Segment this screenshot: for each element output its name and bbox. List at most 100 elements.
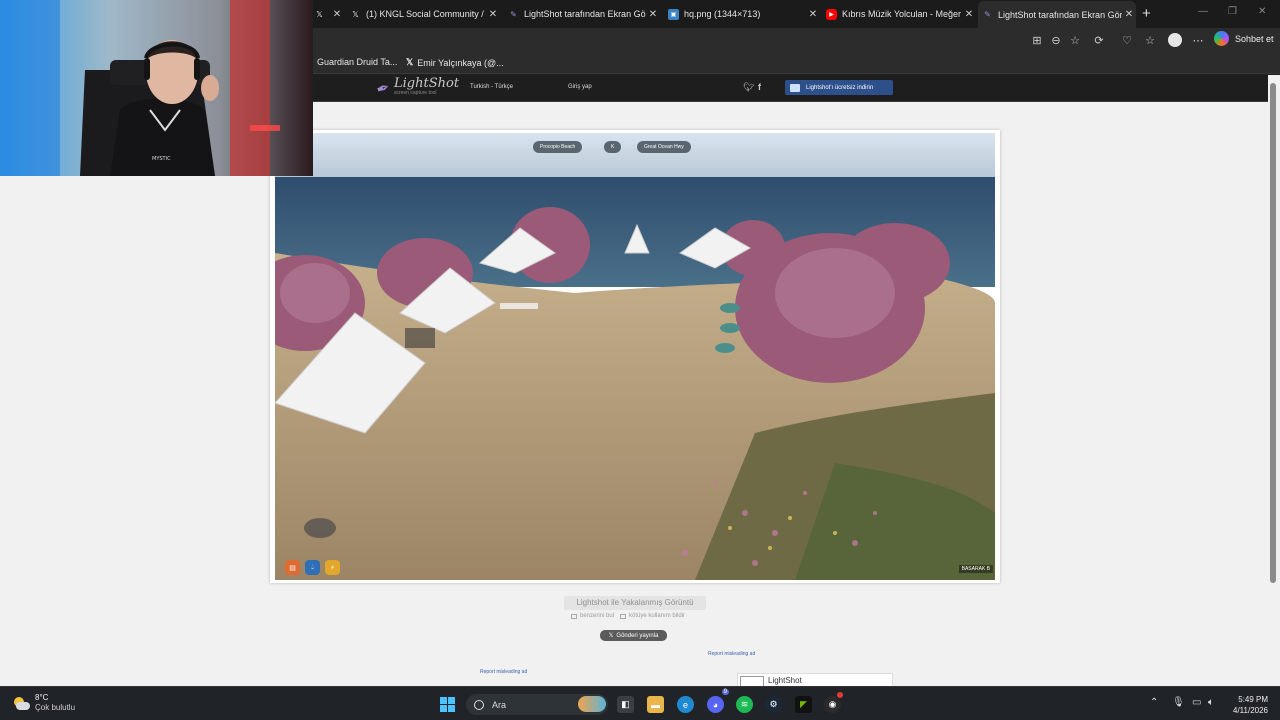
more-menu-icon[interactable]: ⋯ — [1191, 33, 1205, 47]
weather-description: Çok bulutlu — [35, 703, 76, 712]
spotify-icon[interactable]: ≋ — [736, 696, 753, 713]
steam-icon[interactable]: ⚙︎ — [765, 696, 782, 713]
svg-text:MYSTIC: MYSTIC — [152, 156, 171, 162]
report-ad-link[interactable]: Report misleading ad — [708, 651, 755, 657]
find-similar-icon — [571, 613, 577, 619]
report-ad-link[interactable]: Report misleading ad — [480, 669, 527, 675]
language-selector[interactable]: Turkish - Türkçe — [470, 84, 513, 90]
windows-taskbar: 8°C Çok bulutlu Ara ◧ ▬ e ◕ 9 ≋ ⚙︎ ◤ ◉ ⌃… — [0, 686, 1280, 720]
tab-youtube-music[interactable]: ▶ Kıbrıs Müzik Yolculan - Meğer Ser ✕ — [822, 3, 976, 25]
close-icon[interactable]: ✕ — [646, 9, 660, 20]
login-link[interactable]: Giriş yap — [568, 84, 592, 90]
close-icon[interactable]: ✕ — [330, 9, 342, 20]
temperature: 8°C — [35, 693, 49, 702]
bookmark-label: Guardian Druid Ta... — [317, 57, 398, 67]
facebook-icon[interactable]: f — [758, 82, 761, 92]
game-overlay-badge: BASARAK B — [958, 565, 993, 573]
image-actions: benzerini bul kötüye kullanım bildir — [571, 613, 685, 619]
tab-lightshot-1[interactable]: ✎ LightShot tarafından Ekran Görünt ✕ — [504, 3, 660, 25]
bookmark-emir-yalcinkaya[interactable]: 𝕏 Emir Yalçınkaya (@... — [406, 57, 504, 68]
water-drop-icon: 💧︎ — [305, 560, 320, 575]
tab-title: Kıbrıs Müzik Yolculan - Meğer Ser — [842, 9, 962, 19]
task-view-icon[interactable]: ◧ — [617, 696, 634, 713]
tab-hq-png[interactable]: ▣ hq.png (1344×713) ✕ — [664, 3, 820, 25]
ad-banner[interactable]: LightShot — [737, 673, 893, 686]
brand-name: LightShot — [394, 76, 460, 91]
youtube-icon: ▶ — [826, 8, 837, 20]
network-icon[interactable]: ▭ — [1192, 697, 1201, 708]
taskbar-search[interactable]: Ara — [466, 694, 608, 715]
twitter-icon[interactable]: 🐦︎ — [743, 82, 754, 93]
lightshot-feather-icon: ✎ — [510, 9, 517, 19]
image-file-icon: ▣ — [668, 8, 679, 20]
favorite-star-icon[interactable]: ☆ — [1068, 33, 1082, 47]
volume-icon[interactable]: 🔈︎ — [1208, 697, 1214, 708]
extension-icon[interactable]: ⟳ — [1092, 33, 1106, 47]
window-close-icon[interactable]: ✕ — [1258, 6, 1266, 17]
weather-widget[interactable]: 8°C Çok bulutlu — [12, 693, 75, 713]
find-similar-link[interactable]: benzerini bul — [580, 613, 614, 619]
tab-lightshot-active[interactable]: ✎ LightShot tarafından Ekran Görünt ✕ — [978, 1, 1136, 28]
nvidia-app-icon[interactable]: ◤ — [795, 696, 812, 713]
x-logo-icon: 𝕏 — [352, 9, 359, 19]
close-icon[interactable]: ✕ — [962, 9, 976, 20]
x-logo-icon: 𝕏 — [608, 633, 614, 639]
bookmark-guardian-druid[interactable]: Guardian Druid Ta... — [317, 57, 397, 67]
tray-overflow-chevron-icon[interactable]: ⌃ — [1150, 697, 1158, 708]
close-icon[interactable]: ✕ — [1122, 9, 1136, 20]
tab-actions-icon[interactable]: ⊞ — [1030, 33, 1044, 47]
capture-caption: Lightshot ile Yakalanmış Görüntü — [564, 596, 706, 610]
zoom-icon[interactable]: ⊖ — [1049, 33, 1063, 47]
download-button[interactable]: Lightshot'ı ücretsiz indirin — [785, 80, 893, 95]
search-highlight-image — [578, 696, 606, 712]
new-tab-plus-icon[interactable]: + — [1142, 5, 1151, 22]
hud-road-pill: Great Ocean Hwy — [637, 141, 691, 153]
search-icon — [474, 699, 484, 710]
page-scrollbar[interactable] — [1268, 75, 1280, 686]
tab-title: LightShot tarafından Ekran Görünt — [524, 9, 646, 19]
search-placeholder: Ara — [492, 699, 507, 710]
stamina-icon: ⚡︎ — [325, 560, 340, 575]
download-icon — [790, 83, 800, 92]
ad-logo-icon — [740, 676, 764, 686]
x-logo-icon: 𝕏 — [316, 9, 323, 19]
copilot-icon — [1214, 31, 1229, 46]
report-abuse-icon — [620, 613, 627, 619]
browser-essentials-icon[interactable]: ♡ — [1120, 33, 1134, 47]
screenshot-image[interactable]: Procopio Beach K Great Ocean Hwy ▤ 💧︎ ⚡︎… — [275, 133, 995, 580]
tab-title: LightShot tarafından Ekran Görünt — [998, 9, 1122, 20]
restore-icon[interactable]: ❐ — [1228, 6, 1237, 17]
scrollbar-thumb[interactable] — [1270, 83, 1276, 583]
download-label: Lightshot'ı ücretsiz indirin — [806, 84, 874, 91]
copilot-chat-button[interactable]: Sohbet et — [1214, 31, 1274, 46]
obs-app-icon[interactable]: ◉ — [824, 692, 843, 713]
discord-badge: 9 — [721, 689, 729, 695]
discord-icon[interactable]: ◕ 9 — [707, 689, 729, 713]
minimize-icon[interactable]: — — [1198, 6, 1208, 17]
edge-browser-icon[interactable]: e — [677, 696, 694, 713]
microphone-icon[interactable]: 🎙︎ — [1172, 697, 1185, 708]
tab-x-1[interactable]: 𝕏 Em ✕ — [310, 3, 342, 25]
tab-title: hq.png (1344×713) — [684, 9, 761, 19]
x-logo-icon: 𝕏 — [406, 57, 414, 67]
game-scene-illustration — [275, 133, 995, 580]
lightshot-logo[interactable]: ✒ LightShot screen capture tool — [374, 76, 460, 99]
post-tweet-button[interactable]: 𝕏 Gönderi yayınla — [600, 630, 667, 641]
favorites-icon[interactable]: ☆ — [1143, 33, 1157, 47]
profile-avatar-icon[interactable] — [1168, 33, 1182, 47]
hud-location-pill: Procopio Beach — [533, 141, 583, 153]
start-button-windows-icon[interactable] — [440, 697, 455, 712]
report-abuse-link[interactable]: kötüye kullanım bildir — [629, 613, 685, 619]
ad-brand: LightShot — [768, 676, 802, 685]
webcam-overlay: MYSTIC — [0, 0, 313, 176]
file-explorer-icon[interactable]: ▬ — [647, 696, 664, 713]
webcam-feed-image: MYSTIC — [0, 0, 313, 176]
system-clock[interactable]: 5:49 PM 4/11/2026 — [1226, 694, 1268, 716]
clock-time: 5:49 PM — [1238, 695, 1268, 704]
screenshot-frame: Procopio Beach K Great Ocean Hwy ▤ 💧︎ ⚡︎… — [270, 130, 1000, 583]
close-icon[interactable]: ✕ — [486, 9, 500, 20]
tab-kngl-community[interactable]: 𝕏 (1) KNGL Social Community / X ✕ — [346, 3, 500, 25]
bookmark-label: Emir Yalçınkaya (@... — [417, 57, 504, 68]
close-icon[interactable]: ✕ — [806, 9, 820, 20]
clock-date: 4/11/2026 — [1233, 706, 1268, 715]
